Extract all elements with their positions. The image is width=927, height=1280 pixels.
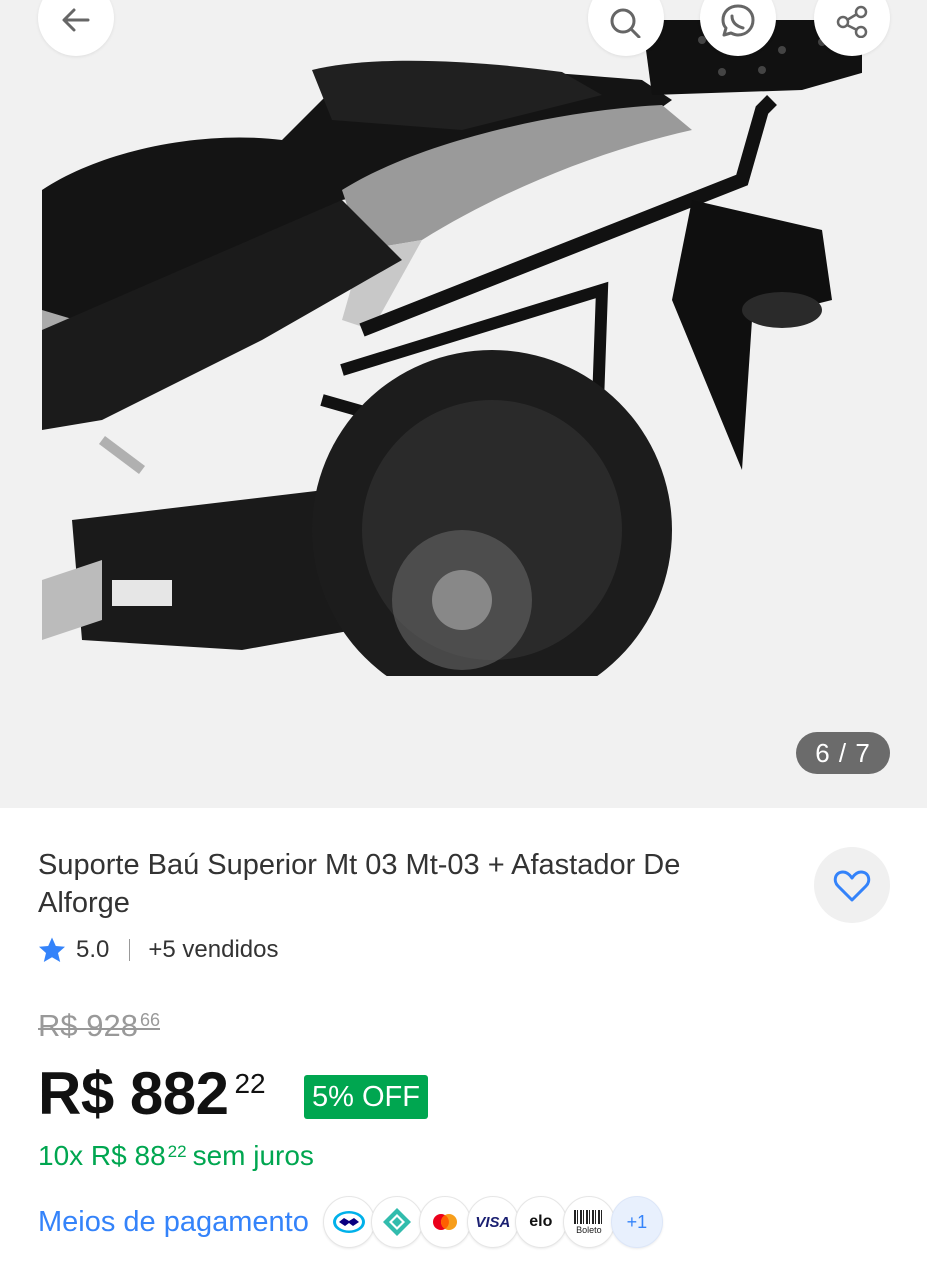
current-price: R$ 882 22	[38, 1058, 266, 1130]
product-gallery[interactable]: 6 / 7	[0, 0, 927, 808]
installments-prefix: 10x R$ 88	[38, 1140, 166, 1171]
product-title: Suporte Baú Superior Mt 03 Mt-03 + Afast…	[38, 849, 681, 919]
more-payment-methods[interactable]: +1	[610, 1196, 663, 1248]
sold-count: +5 vendidos	[148, 936, 279, 963]
favorite-button[interactable]	[814, 847, 890, 923]
search-icon	[610, 8, 641, 38]
old-price-main: R$ 928	[38, 1008, 138, 1043]
pix-icon	[370, 1196, 423, 1248]
divider	[129, 939, 131, 961]
visa-icon: VISA	[466, 1196, 519, 1248]
heart-icon	[833, 870, 871, 902]
price-main: R$ 882	[38, 1060, 229, 1127]
rating-row[interactable]: 5.0 +5 vendidos	[38, 932, 278, 968]
payment-icons[interactable]: VISA elo Boleto +1	[322, 1196, 663, 1248]
whatsapp-icon	[721, 4, 755, 37]
mastercard-icon	[418, 1196, 471, 1248]
installments-cents: 22	[167, 1142, 187, 1161]
star-icon	[39, 937, 65, 962]
share-icon	[836, 5, 868, 38]
mercado-pago-icon	[322, 1196, 375, 1248]
product-image[interactable]	[42, 0, 862, 676]
elo-icon: elo	[514, 1196, 567, 1248]
payment-methods-link[interactable]: Meios de pagamento	[38, 1206, 309, 1239]
price-cents: 22	[234, 1068, 266, 1099]
image-counter: 6 / 7	[796, 732, 890, 774]
boleto-icon: Boleto	[562, 1196, 615, 1248]
payment-methods-row: Meios de pagamento VISA elo Boleto +1	[38, 1196, 663, 1248]
installments: 10x R$ 88 22 sem juros	[38, 1140, 314, 1172]
discount-badge: 5% OFF	[304, 1075, 428, 1119]
old-price-cents: 66	[139, 1010, 160, 1030]
installments-suffix: sem juros	[192, 1140, 314, 1171]
rating-value: 5.0	[76, 936, 110, 963]
arrow-left-icon	[62, 8, 90, 32]
old-price: R$ 928 66	[38, 1008, 160, 1044]
old-price-strike: R$ 928 66	[38, 1008, 160, 1044]
